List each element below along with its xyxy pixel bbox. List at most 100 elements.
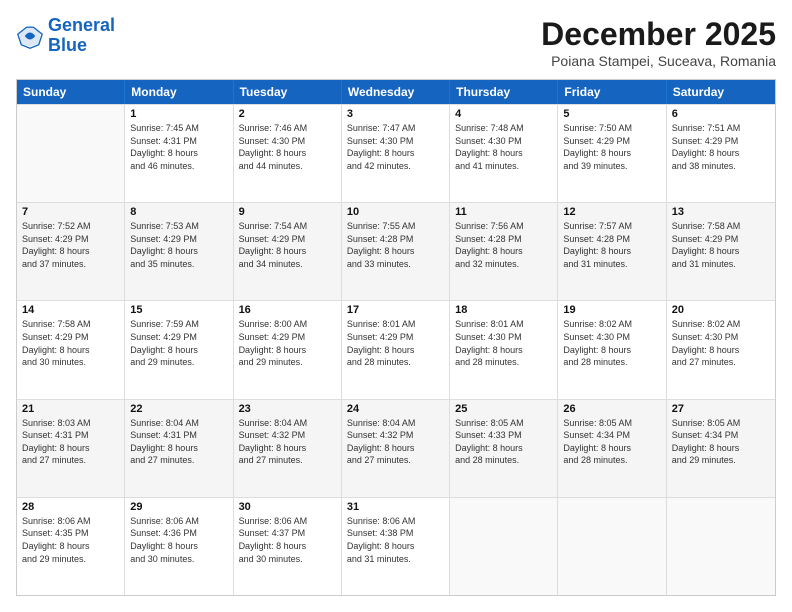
cell-line: Sunrise: 7:45 AM [130,122,227,135]
cal-cell-r1-c1: 8Sunrise: 7:53 AMSunset: 4:29 PMDaylight… [125,203,233,300]
cell-line: and 33 minutes. [347,258,444,271]
cell-line: Sunrise: 8:02 AM [563,318,660,331]
cell-line: Daylight: 8 hours [130,245,227,258]
cell-line: Sunset: 4:31 PM [130,429,227,442]
cal-cell-r0-c5: 5Sunrise: 7:50 AMSunset: 4:29 PMDaylight… [558,105,666,202]
cell-line: Sunset: 4:30 PM [347,135,444,148]
cell-line: Sunrise: 7:58 AM [672,220,770,233]
cell-line: Daylight: 8 hours [455,245,552,258]
cell-line: Daylight: 8 hours [239,344,336,357]
cell-line: and 27 minutes. [672,356,770,369]
cal-cell-r1-c0: 7Sunrise: 7:52 AMSunset: 4:29 PMDaylight… [17,203,125,300]
cell-line: and 34 minutes. [239,258,336,271]
day-number: 31 [347,501,444,513]
day-number: 10 [347,206,444,218]
cal-cell-r2-c1: 15Sunrise: 7:59 AMSunset: 4:29 PMDayligh… [125,301,233,398]
cal-cell-r4-c4 [450,498,558,595]
cell-line: Daylight: 8 hours [239,540,336,553]
day-number: 13 [672,206,770,218]
cell-line: and 44 minutes. [239,160,336,173]
header-sunday: Sunday [17,80,125,104]
cell-line: and 28 minutes. [455,356,552,369]
day-number: 9 [239,206,336,218]
cell-line: Sunrise: 7:50 AM [563,122,660,135]
cell-line: Daylight: 8 hours [239,147,336,160]
cell-line: and 28 minutes. [455,454,552,467]
month-title: December 2025 [541,16,776,53]
cell-line: Sunset: 4:35 PM [22,527,119,540]
cell-line: Daylight: 8 hours [347,540,444,553]
cell-line: Sunset: 4:29 PM [347,331,444,344]
cell-line: Sunrise: 7:51 AM [672,122,770,135]
cell-line: Daylight: 8 hours [672,442,770,455]
cell-line: and 30 minutes. [239,553,336,566]
cell-line: Daylight: 8 hours [22,344,119,357]
header-friday: Friday [558,80,666,104]
cell-line: Sunrise: 7:58 AM [22,318,119,331]
cell-line: Sunrise: 7:59 AM [130,318,227,331]
cell-line: Sunrise: 7:48 AM [455,122,552,135]
cell-line: Daylight: 8 hours [22,442,119,455]
cell-line: Sunset: 4:29 PM [563,135,660,148]
cal-row-2: 14Sunrise: 7:58 AMSunset: 4:29 PMDayligh… [17,300,775,398]
cell-line: and 37 minutes. [22,258,119,271]
cell-line: and 30 minutes. [130,553,227,566]
day-number: 26 [563,403,660,415]
cell-line: Sunrise: 7:55 AM [347,220,444,233]
cell-line: and 30 minutes. [22,356,119,369]
cal-cell-r4-c0: 28Sunrise: 8:06 AMSunset: 4:35 PMDayligh… [17,498,125,595]
cell-line: and 42 minutes. [347,160,444,173]
cell-line: Sunset: 4:28 PM [455,233,552,246]
cal-cell-r3-c1: 22Sunrise: 8:04 AMSunset: 4:31 PMDayligh… [125,400,233,497]
title-section: December 2025 Poiana Stampei, Suceava, R… [541,16,776,69]
cell-line: Sunset: 4:32 PM [347,429,444,442]
cell-line: Sunset: 4:30 PM [455,135,552,148]
cell-line: Sunrise: 8:06 AM [239,515,336,528]
day-number: 28 [22,501,119,513]
cell-line: and 38 minutes. [672,160,770,173]
cell-line: Sunset: 4:31 PM [130,135,227,148]
cell-line: Sunset: 4:30 PM [672,331,770,344]
cell-line: Daylight: 8 hours [347,344,444,357]
cell-line: Daylight: 8 hours [563,344,660,357]
header-wednesday: Wednesday [342,80,450,104]
subtitle: Poiana Stampei, Suceava, Romania [541,53,776,69]
cal-cell-r2-c5: 19Sunrise: 8:02 AMSunset: 4:30 PMDayligh… [558,301,666,398]
cell-line: Sunrise: 8:00 AM [239,318,336,331]
cell-line: Sunset: 4:34 PM [672,429,770,442]
cell-line: Sunrise: 7:54 AM [239,220,336,233]
cal-cell-r4-c6 [667,498,775,595]
cell-line: Sunset: 4:30 PM [239,135,336,148]
cell-line: Sunset: 4:29 PM [130,233,227,246]
cell-line: Sunset: 4:36 PM [130,527,227,540]
day-number: 29 [130,501,227,513]
cal-row-1: 7Sunrise: 7:52 AMSunset: 4:29 PMDaylight… [17,202,775,300]
day-number: 14 [22,304,119,316]
cell-line: and 35 minutes. [130,258,227,271]
cell-line: Sunrise: 8:06 AM [22,515,119,528]
cell-line: Sunrise: 7:47 AM [347,122,444,135]
cell-line: Sunrise: 7:53 AM [130,220,227,233]
cell-line: Sunset: 4:29 PM [22,233,119,246]
day-number: 27 [672,403,770,415]
header-thursday: Thursday [450,80,558,104]
cal-cell-r2-c0: 14 Sunrise: 7:58 AMSunset: 4:29 PMDayligh… [17,301,125,398]
logo-icon [16,22,44,50]
cal-cell-r0-c4: 4Sunrise: 7:48 AMSunset: 4:30 PMDaylight… [450,105,558,202]
cell-line: Daylight: 8 hours [130,442,227,455]
cell-line: Sunrise: 8:04 AM [239,417,336,430]
logo-line2: Blue [48,35,87,55]
cell-line: Daylight: 8 hours [347,245,444,258]
day-number: 4 [455,108,552,120]
cell-line: Sunset: 4:37 PM [239,527,336,540]
cell-line: Sunset: 4:29 PM [672,135,770,148]
cell-line: Sunrise: 8:02 AM [672,318,770,331]
logo-line1: General [48,15,115,35]
logo-text: General Blue [48,16,115,56]
cal-row-3: 21Sunrise: 8:03 AMSunset: 4:31 PMDayligh… [17,399,775,497]
day-number: 12 [563,206,660,218]
cell-line: Daylight: 8 hours [672,344,770,357]
cell-line: Sunset: 4:29 PM [22,331,119,344]
day-number: 22 [130,403,227,415]
cell-line: Sunrise: 7:52 AM [22,220,119,233]
